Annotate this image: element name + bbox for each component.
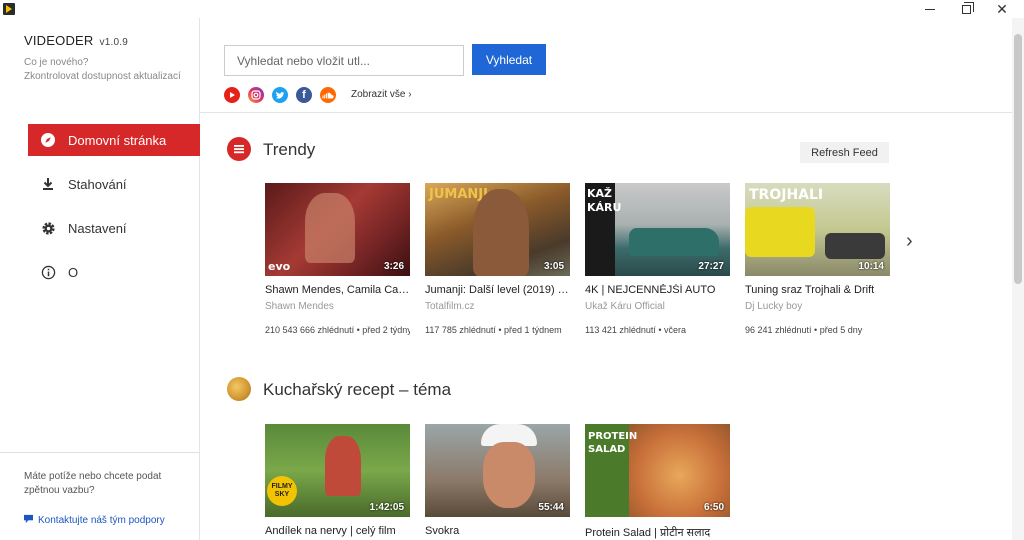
sidebar-item-label: O: [68, 264, 79, 280]
sidebar-item-downloads[interactable]: Stahování: [28, 168, 200, 200]
trending-title: Trendy: [263, 140, 316, 159]
thumbnail-overlay-text: JUMANJI: [429, 187, 488, 202]
scrollbar-thumb[interactable]: [1014, 34, 1022, 284]
sidebar-item-settings[interactable]: Nastavení: [28, 212, 200, 244]
video-card[interactable]: PROTEIN SALAD 6:50 Protein Salad | प्रोट…: [585, 424, 730, 540]
thumbnail-overlay-text: evo: [268, 260, 291, 273]
check-updates-link[interactable]: Zkontrolovat dostupnost aktualizací: [24, 71, 181, 82]
cooking-topic-icon: [227, 377, 251, 401]
video-channel: Totalfilm.cz: [425, 301, 475, 312]
thumbnail-figure: [325, 436, 361, 496]
search-input[interactable]: [224, 45, 464, 76]
video-title[interactable]: Svokra: [425, 525, 570, 537]
video-meta: 117 785 zhlédnutí • před 1 týdnem: [425, 325, 562, 335]
restore-button[interactable]: [948, 0, 984, 18]
video-thumbnail[interactable]: FILMY SKY 1:42:05: [265, 424, 410, 517]
thumbnail-figure: [483, 442, 535, 508]
minimize-button[interactable]: [912, 0, 948, 18]
video-meta: 210 543 666 zhlédnutí • před 2 týdny: [265, 325, 410, 335]
video-card[interactable]: 55:44 Svokra: [425, 424, 570, 537]
sidebar-divider: [0, 452, 199, 453]
video-title[interactable]: Jumanji: Další level (2019) CZ: [425, 284, 570, 296]
video-duration: 10:14: [858, 261, 884, 272]
brand-name: VIDEODER: [24, 33, 94, 48]
thumbnail-overlay-text: KAŽ KÁRU: [587, 187, 622, 214]
video-title[interactable]: 4K | NEJCENNĚJŠÍ AUTO: [585, 284, 730, 296]
thumbnail-overlay-text: PROTEIN SALAD: [588, 431, 638, 455]
app-logo-icon: [3, 3, 15, 15]
instagram-icon[interactable]: [248, 87, 264, 103]
compass-icon: [28, 132, 68, 148]
video-thumbnail[interactable]: TROJHALI 10:14: [745, 183, 890, 276]
title-bar: ✕: [0, 0, 1024, 18]
cooking-title: Kuchařský recept – téma: [263, 380, 452, 399]
thumbnail-overlay-text: TROJHALI: [749, 187, 824, 203]
thumbnail-car: [629, 228, 719, 256]
minimize-icon: [925, 8, 935, 10]
video-meta: 96 241 zhlédnutí • před 5 dny: [745, 325, 863, 335]
show-all-link[interactable]: Zobrazit vše ›: [351, 89, 412, 100]
video-thumbnail[interactable]: evo 3:26: [265, 183, 410, 276]
refresh-feed-button[interactable]: Refresh Feed: [800, 142, 889, 163]
youtube-icon[interactable]: [224, 87, 240, 103]
video-duration: 27:27: [698, 261, 724, 272]
search-button[interactable]: Vyhledat: [472, 44, 546, 75]
thumbnail-car: [825, 233, 885, 259]
video-card[interactable]: JUMANJI 3:05 Jumanji: Další level (2019)…: [425, 183, 570, 335]
video-duration: 6:50: [703, 502, 724, 513]
thumbnail-overlay-text: FILMY SKY: [267, 476, 297, 506]
video-meta: 113 421 zhlédnutí • včera: [585, 325, 687, 335]
sidebar-item-label: Stahování: [68, 176, 127, 192]
facebook-icon[interactable]: f: [296, 87, 312, 103]
video-channel: Dj Lucky boy: [745, 301, 803, 312]
gear-icon: [28, 221, 68, 236]
video-thumbnail[interactable]: PROTEIN SALAD 6:50: [585, 424, 730, 517]
video-duration: 1:42:05: [369, 502, 404, 513]
video-duration: 3:05: [543, 261, 564, 272]
video-duration: 3:26: [383, 261, 404, 272]
sidebar-item-label: Nastavení: [68, 220, 127, 236]
twitter-icon[interactable]: [272, 87, 288, 103]
feedback-text: Máte potíže nebo chcete podat zpětnou va…: [24, 471, 162, 496]
video-title[interactable]: Protein Salad | प्रोटीन सलाद: [585, 525, 730, 540]
sidebar: VIDEODER v1.0.9 Co je nového? Zkontrolova…: [0, 18, 200, 540]
sidebar-item-home[interactable]: Domovní stránka: [28, 124, 200, 156]
video-card[interactable]: TROJHALI 10:14 Tuning sraz Trojhali & Dr…: [745, 183, 890, 335]
video-title[interactable]: Andílek na nervy | celý film: [265, 525, 410, 537]
sidebar-item-about[interactable]: O: [28, 256, 200, 288]
thumbnail-figure: [305, 193, 355, 263]
video-channel: Shawn Mendes: [265, 301, 334, 312]
video-duration: 55:44: [538, 502, 564, 513]
app-version: v1.0.9: [99, 37, 128, 48]
chat-icon: [24, 514, 33, 526]
whats-new-link[interactable]: Co je nového?: [24, 57, 89, 68]
video-thumbnail[interactable]: KAŽ KÁRU 27:27: [585, 183, 730, 276]
download-icon: [28, 177, 68, 191]
chevron-right-icon[interactable]: ›: [906, 230, 913, 253]
video-card[interactable]: evo 3:26 Shawn Mendes, Camila Cabello Sh…: [265, 183, 410, 335]
sidebar-item-label: Domovní stránka: [68, 132, 167, 148]
header-divider: [200, 112, 1012, 113]
restore-icon: [961, 1, 974, 14]
video-channel: Ukaž Káru Official: [585, 301, 665, 312]
video-thumbnail[interactable]: JUMANJI 3:05: [425, 183, 570, 276]
trending-list-icon: [227, 137, 251, 161]
support-link[interactable]: Kontaktujte náš tým podpory: [24, 514, 165, 526]
soundcloud-icon[interactable]: [320, 87, 336, 103]
info-icon: [28, 265, 68, 280]
video-thumbnail[interactable]: 55:44: [425, 424, 570, 517]
app-brand: VIDEODER v1.0.9: [24, 33, 128, 48]
support-link-label: Kontaktujte náš tým podpory: [38, 514, 165, 526]
video-card[interactable]: KAŽ KÁRU 27:27 4K | NEJCENNĚJŠÍ AUTO Uka…: [585, 183, 730, 335]
video-card[interactable]: FILMY SKY 1:42:05 Andílek na nervy | cel…: [265, 424, 410, 537]
close-button[interactable]: ✕: [984, 0, 1020, 18]
vertical-scrollbar[interactable]: [1012, 18, 1024, 540]
thumbnail-figure: [473, 189, 529, 276]
thumbnail-car: [745, 207, 815, 257]
video-title[interactable]: Tuning sraz Trojhali & Drift: [745, 284, 890, 296]
video-title[interactable]: Shawn Mendes, Camila Cabello: [265, 284, 410, 296]
